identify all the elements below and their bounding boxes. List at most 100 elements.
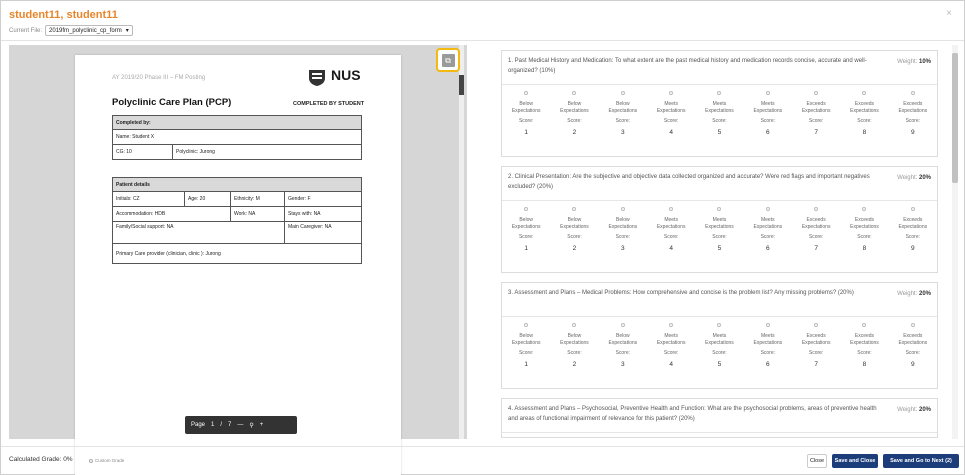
score-label-line2: Expectations <box>850 340 879 346</box>
question-weight: Weight: 10% <box>897 57 931 67</box>
score-option[interactable]: Exceeds Expectations Score: 9 <box>889 323 937 368</box>
score-option[interactable]: Exceeds Expectations Score: 7 <box>792 323 840 368</box>
pdf-toolbar: Page 1 / 7 — ⚲ + <box>185 416 297 434</box>
popout-button[interactable]: ⧉ <box>436 48 460 72</box>
score-radio[interactable] <box>524 323 529 327</box>
score-option[interactable]: Meets Expectations Score: 5 <box>695 91 743 136</box>
score-radio[interactable] <box>669 323 674 327</box>
score-radio[interactable] <box>862 207 867 211</box>
save-and-next-button[interactable]: Save and Go to Next (2) <box>883 454 959 468</box>
score-option[interactable]: Meets Expectations Score: 6 <box>744 323 792 368</box>
score-option[interactable]: Exceeds Expectations Score: 8 <box>840 207 888 252</box>
question-weight: Weight: 20% <box>897 173 931 183</box>
rubric-scrollbar[interactable] <box>952 45 958 439</box>
score-option[interactable]: Exceeds Expectations Score: 8 <box>840 323 888 368</box>
custom-grade-radio[interactable] <box>89 458 93 463</box>
score-label-line2: Expectations <box>608 340 638 346</box>
score-radio[interactable] <box>910 207 915 211</box>
score-option[interactable]: Meets Expectations Score: 4 <box>647 207 695 252</box>
score-option[interactable]: Meets Expectations Score: 6 <box>744 91 792 136</box>
score-option[interactable]: Meets Expectations Score: 4 <box>647 91 695 136</box>
score-caption: Score: <box>663 118 679 124</box>
current-file-label: Current File: <box>9 27 43 34</box>
score-option[interactable]: Exceeds Expectations Score: 7 <box>792 207 840 252</box>
score-option[interactable]: Exceeds Expectations Score: 8 <box>840 91 888 136</box>
score-radio[interactable] <box>572 323 577 327</box>
score-value: 3 <box>621 245 625 252</box>
score-radio[interactable] <box>765 91 770 95</box>
score-label-line1: Exceeds <box>854 333 875 339</box>
score-radio[interactable] <box>765 323 770 327</box>
score-option[interactable]: Below Expectations Score: 3 <box>599 207 647 252</box>
file-select-value: 2019fm_polyclinic_cp_form <box>49 27 122 34</box>
score-value: 8 <box>862 361 867 368</box>
score-caption: Score: <box>615 350 631 356</box>
score-label-line1: Meets <box>760 217 775 223</box>
score-option[interactable]: Below Expectations Score: 3 <box>599 91 647 136</box>
question-text: 2. Clinical Presentation: Are the subjec… <box>508 174 870 190</box>
score-radio[interactable] <box>765 207 770 211</box>
score-caption: Score: <box>712 350 727 356</box>
score-radio[interactable] <box>620 323 625 327</box>
score-option[interactable]: Exceeds Expectations Score: 7 <box>792 91 840 136</box>
score-radio[interactable] <box>910 323 915 327</box>
score-option[interactable]: Below Expectations Score: 3 <box>599 323 647 368</box>
score-radio[interactable] <box>910 91 915 95</box>
score-radio[interactable] <box>717 91 722 95</box>
page-current[interactable]: 1 <box>211 422 214 428</box>
score-label-line2: Expectations <box>511 224 541 230</box>
score-option[interactable]: Below Expectations Score: 1 <box>502 91 550 136</box>
score-radio[interactable] <box>669 91 674 95</box>
zoom-in-button[interactable]: + <box>260 422 264 428</box>
save-and-close-button[interactable]: Save and Close <box>832 454 878 468</box>
score-option[interactable]: Meets Expectations Score: 4 <box>647 323 695 368</box>
zoom-out-button[interactable]: — <box>237 422 243 428</box>
custom-grade-toggle[interactable]: Custom Grade <box>89 458 124 463</box>
score-option[interactable]: Meets Expectations Score: 5 <box>695 207 743 252</box>
score-option[interactable]: Meets Expectations Score: 5 <box>695 323 743 368</box>
score-label-line1: Meets <box>664 333 678 339</box>
score-option[interactable]: Below Expectations Score: 1 <box>502 323 550 368</box>
question-card: 3. Assessment and Plans – Medical Proble… <box>501 282 938 389</box>
score-label-line1: Meets <box>712 101 727 107</box>
file-select[interactable]: 2019fm_polyclinic_cp_form ▾ <box>45 25 133 36</box>
score-radio[interactable] <box>814 207 819 211</box>
score-option[interactable]: Exceeds Expectations Score: 9 <box>889 207 937 252</box>
score-radio[interactable] <box>572 207 577 211</box>
score-radio[interactable] <box>620 91 625 95</box>
close-icon[interactable]: × <box>946 8 952 19</box>
score-caption: Score: <box>857 350 872 356</box>
score-radio[interactable] <box>620 207 625 211</box>
score-radio[interactable] <box>717 323 722 327</box>
cg-cell: CG: 10 <box>112 144 173 160</box>
score-radio[interactable] <box>669 207 674 211</box>
score-option[interactable]: Below Expectations Score: 2 <box>550 323 598 368</box>
score-option[interactable]: Below Expectations Score: 2 <box>550 207 598 252</box>
score-radio[interactable] <box>814 323 819 327</box>
gender-cell: Gender: F <box>284 191 362 207</box>
grading-modal: student11, student11 Current File: 2019f… <box>0 0 965 475</box>
score-radio[interactable] <box>524 91 529 95</box>
score-caption: Score: <box>712 234 727 240</box>
score-option[interactable]: Below Expectations Score: 2 <box>550 91 598 136</box>
rubric-scroll-thumb[interactable] <box>952 53 958 183</box>
zoom-icon[interactable]: ⚲ <box>249 422 253 429</box>
score-radio[interactable] <box>572 91 577 95</box>
score-radio[interactable] <box>862 323 867 327</box>
pdf-scroll-thumb[interactable] <box>459 75 464 95</box>
question-card: 1. Past Medical History and Medication: … <box>501 50 938 157</box>
close-button[interactable]: Close <box>807 454 827 468</box>
score-label-line1: Exceeds <box>806 217 826 223</box>
score-option[interactable]: Meets Expectations Score: 6 <box>744 207 792 252</box>
completed-by-table: Completed by: Name: Student X CG: 10 Poly… <box>112 115 362 160</box>
score-radio[interactable] <box>717 207 722 211</box>
score-option[interactable]: Below Expectations Score: 1 <box>502 207 550 252</box>
score-option[interactable]: Exceeds Expectations Score: 9 <box>889 91 937 136</box>
modal-header: student11, student11 Current File: 2019f… <box>1 1 964 41</box>
score-radio[interactable] <box>862 91 867 95</box>
pdf-scrollbar[interactable] <box>459 45 464 439</box>
pdf-viewer[interactable]: AY 2019/20 Phase III – FM Posting NUS Po… <box>9 45 467 475</box>
student-name-cell: Name: Student X <box>112 129 362 145</box>
score-radio[interactable] <box>524 207 529 211</box>
score-radio[interactable] <box>814 91 819 95</box>
